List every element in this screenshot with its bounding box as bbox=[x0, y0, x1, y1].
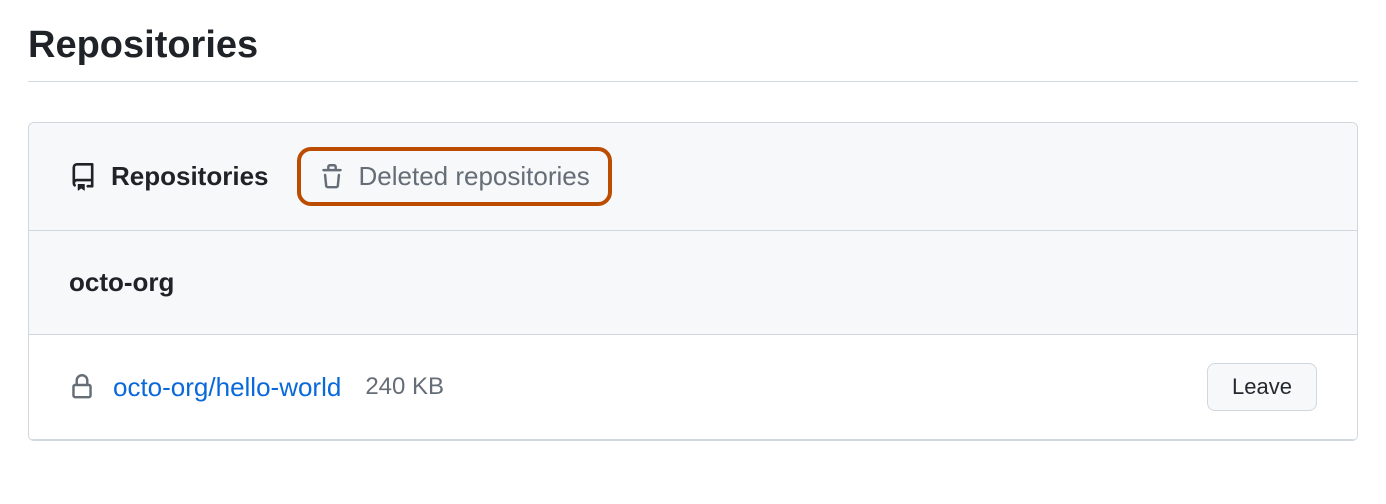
tabs-container: Repositories Deleted repositories bbox=[29, 123, 1357, 231]
lock-icon bbox=[69, 374, 95, 400]
trash-icon bbox=[319, 164, 345, 190]
highlight-deleted-tab: Deleted repositories bbox=[297, 147, 612, 206]
tab-deleted-label: Deleted repositories bbox=[359, 161, 590, 192]
page-title: Repositories bbox=[28, 24, 1358, 82]
tab-repositories-label: Repositories bbox=[111, 161, 269, 192]
repositories-panel: Repositories Deleted repositories octo-o… bbox=[28, 122, 1358, 441]
leave-button[interactable]: Leave bbox=[1207, 363, 1317, 411]
repo-row: octo-org/hello-world 240 KB Leave bbox=[29, 335, 1357, 440]
org-name: octo-org bbox=[69, 267, 1317, 298]
repo-icon bbox=[69, 163, 97, 191]
repo-info: octo-org/hello-world 240 KB bbox=[69, 372, 444, 403]
tab-deleted-repositories[interactable]: Deleted repositories bbox=[319, 161, 590, 192]
org-header: octo-org bbox=[29, 231, 1357, 335]
tab-repositories[interactable]: Repositories bbox=[69, 161, 269, 192]
repo-link[interactable]: octo-org/hello-world bbox=[113, 372, 341, 403]
repo-size: 240 KB bbox=[365, 373, 444, 401]
